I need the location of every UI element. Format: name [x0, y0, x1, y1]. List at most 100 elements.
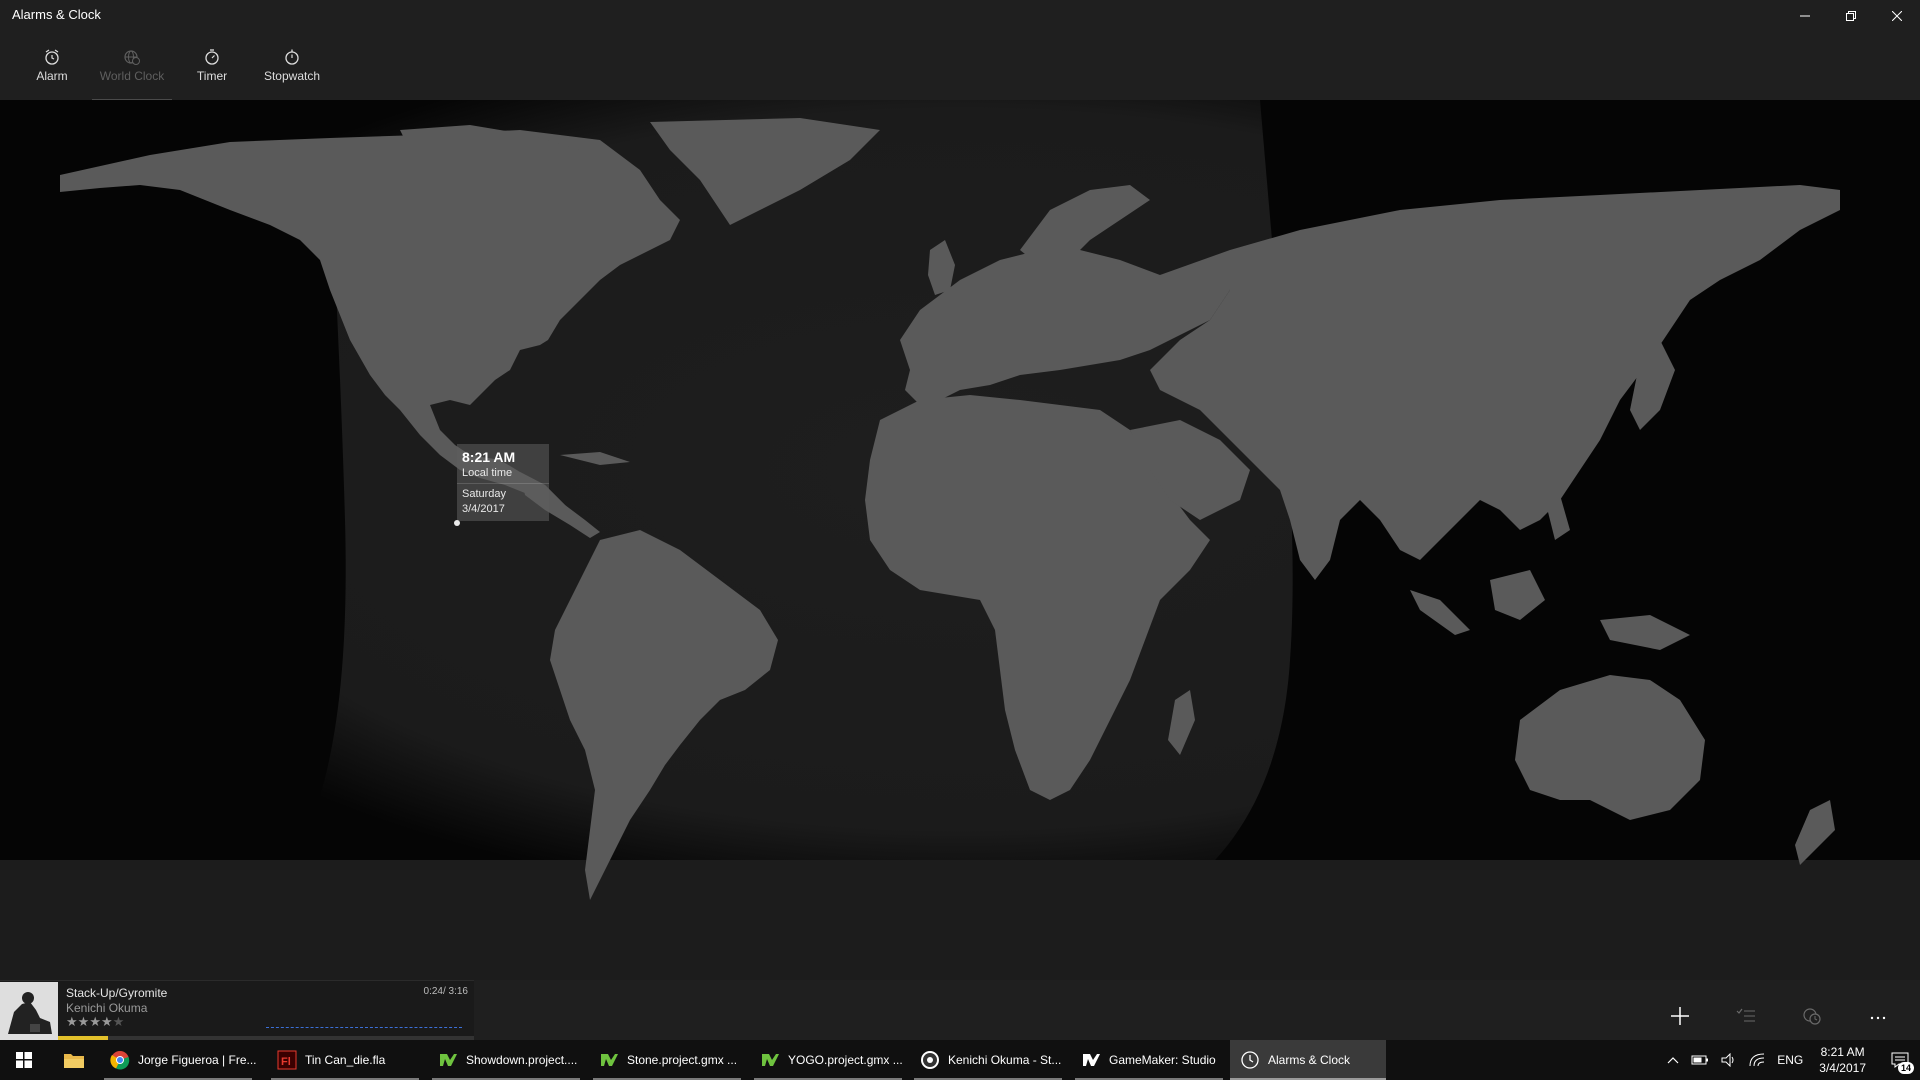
taskbar-item[interactable]: Showdown.project....: [428, 1040, 584, 1080]
add-button[interactable]: [1664, 1000, 1696, 1032]
song-artist: Kenichi Okuma: [66, 1001, 148, 1015]
minimize-button[interactable]: [1782, 0, 1828, 32]
local-time-tooltip: 8:21 AM Local time Saturday 3/4/2017: [457, 444, 549, 521]
tab-bar: Alarm World Clock Timer Stopwatch: [0, 32, 1920, 102]
close-button[interactable]: [1874, 0, 1920, 32]
tooltip-time: 8:21 AM: [462, 449, 516, 465]
tab-stopwatch-label: Stopwatch: [263, 69, 321, 83]
taskbar-item[interactable]: Fl Tin Can_die.fla: [267, 1040, 423, 1080]
taskbar: Jorge Figueroa | Fre... Fl Tin Can_die.fla…: [0, 1040, 1920, 1080]
battery-icon[interactable]: [1691, 1054, 1709, 1066]
taskbar-item-label: GameMaker: Studio: [1109, 1053, 1216, 1067]
start-button[interactable]: [0, 1040, 48, 1080]
add-icon: [1671, 1007, 1689, 1025]
chrome-icon: [110, 1050, 130, 1070]
more-icon: [1870, 1016, 1886, 1020]
taskbar-item-label: YOGO.project.gmx ...: [788, 1053, 903, 1067]
stopwatch-icon: [285, 49, 299, 65]
tooltip-date: 3/4/2017: [462, 503, 505, 515]
action-center-button[interactable]: 14: [1880, 1040, 1920, 1080]
volume-icon[interactable]: [1721, 1053, 1737, 1067]
globe-clock-icon: [124, 50, 140, 65]
restore-icon: [1846, 11, 1856, 21]
gamemaker-icon: [599, 1050, 619, 1070]
tab-alarm-label: Alarm: [36, 69, 68, 83]
timer-icon: [205, 49, 219, 65]
taskbar-time: 8:21 AM: [1820, 1045, 1865, 1059]
world-map-svg: [0, 100, 1920, 980]
tab-timer[interactable]: Timer: [192, 48, 232, 100]
sumatra: [1410, 590, 1470, 635]
rating-stars[interactable]: ★★★★★: [66, 1014, 124, 1030]
taskbar-date: 3/4/2017: [1819, 1061, 1866, 1075]
compare-button[interactable]: [1796, 1000, 1828, 1032]
world-map[interactable]: 8:21 AM Local time Saturday 3/4/2017: [0, 100, 1920, 980]
minimize-icon: [1800, 15, 1810, 17]
gamemaker-icon: [438, 1050, 458, 1070]
new-zealand: [1795, 800, 1835, 865]
tooltip-label: Local time: [462, 467, 513, 479]
taskbar-item[interactable]: Stone.project.gmx ...: [589, 1040, 745, 1080]
title-bar: Alarms & Clock: [0, 0, 1920, 32]
taskbar-item-label: Tin Can_die.fla: [305, 1053, 386, 1067]
folder-icon: [64, 1054, 84, 1068]
playback-time: 0:24/ 3:16: [423, 986, 468, 997]
command-bar: [1660, 996, 1920, 1036]
taskbar-item-label: Kenichi Okuma - St...: [948, 1053, 1062, 1067]
taskbar-item[interactable]: GameMaker: Studio: [1071, 1040, 1227, 1080]
star-filled-icon[interactable]: ★: [89, 1014, 101, 1029]
taskbar-item[interactable]: Alarms & Clock: [1230, 1040, 1386, 1080]
waveform: [266, 1027, 462, 1028]
alarms-clock-icon: [1240, 1050, 1260, 1070]
close-icon: [1892, 11, 1902, 21]
gamemaker-icon: [760, 1050, 780, 1070]
borneo: [1490, 570, 1545, 620]
tooltip-divider: [457, 483, 549, 484]
alarm-icon: [45, 49, 59, 65]
media-player-icon: [920, 1050, 940, 1070]
mini-player[interactable]: Stack-Up/Gyromite Kenichi Okuma ★★★★★ 0:…: [0, 980, 474, 1040]
tab-stopwatch[interactable]: Stopwatch: [260, 48, 324, 100]
windows-logo-icon: [16, 1052, 32, 1068]
taskbar-item-label: Alarms & Clock: [1268, 1053, 1351, 1067]
language-indicator[interactable]: ENG: [1777, 1053, 1803, 1067]
system-tray: ENG 8:21 AM 3/4/2017 14: [1661, 1040, 1920, 1080]
notification-count: 14: [1897, 1062, 1914, 1074]
more-button[interactable]: [1862, 1000, 1894, 1032]
taskbar-item[interactable]: YOGO.project.gmx ...: [750, 1040, 906, 1080]
song-title: Stack-Up/Gyromite: [66, 986, 168, 1000]
tab-world-clock[interactable]: World Clock: [92, 48, 172, 102]
file-explorer-button[interactable]: [50, 1040, 98, 1080]
window-title: Alarms & Clock: [12, 7, 101, 22]
tab-alarm[interactable]: Alarm: [32, 48, 72, 100]
taskbar-item-label: Stone.project.gmx ...: [627, 1053, 738, 1067]
taskbar-item-label: Showdown.project....: [466, 1053, 578, 1067]
taskbar-clock[interactable]: 8:21 AM 3/4/2017: [1819, 1044, 1866, 1076]
gamemaker-studio-icon: [1081, 1050, 1101, 1070]
select-icon: [1736, 1008, 1755, 1022]
flash-icon: Fl: [277, 1050, 297, 1070]
star-filled-icon[interactable]: ★: [101, 1014, 113, 1029]
tooltip-day: Saturday: [462, 488, 507, 500]
album-art-image: [0, 982, 58, 1040]
album-art: [0, 982, 58, 1040]
tray-overflow-icon[interactable]: [1667, 1056, 1679, 1064]
philippines: [1545, 495, 1570, 540]
window-controls: [1782, 0, 1920, 32]
compare-icon: [1803, 1008, 1821, 1025]
star-empty-icon[interactable]: ★: [113, 1014, 125, 1029]
svg-text:Fl: Fl: [281, 1056, 291, 1068]
taskbar-item[interactable]: Jorge Figueroa | Fre...: [100, 1040, 256, 1080]
australia: [1515, 675, 1705, 820]
taskbar-item[interactable]: Kenichi Okuma - St...: [910, 1040, 1066, 1080]
select-button[interactable]: [1730, 1000, 1762, 1032]
star-filled-icon[interactable]: ★: [66, 1014, 78, 1029]
tab-world-clock-label: World Clock: [99, 69, 165, 83]
star-filled-icon[interactable]: ★: [78, 1014, 90, 1029]
taskbar-item-label: Jorge Figueroa | Fre...: [138, 1053, 256, 1067]
restore-button[interactable]: [1828, 0, 1874, 32]
new-guinea: [1600, 615, 1690, 650]
location-marker[interactable]: [454, 520, 460, 526]
wifi-icon[interactable]: [1749, 1053, 1765, 1067]
tab-timer-label: Timer: [196, 69, 228, 83]
